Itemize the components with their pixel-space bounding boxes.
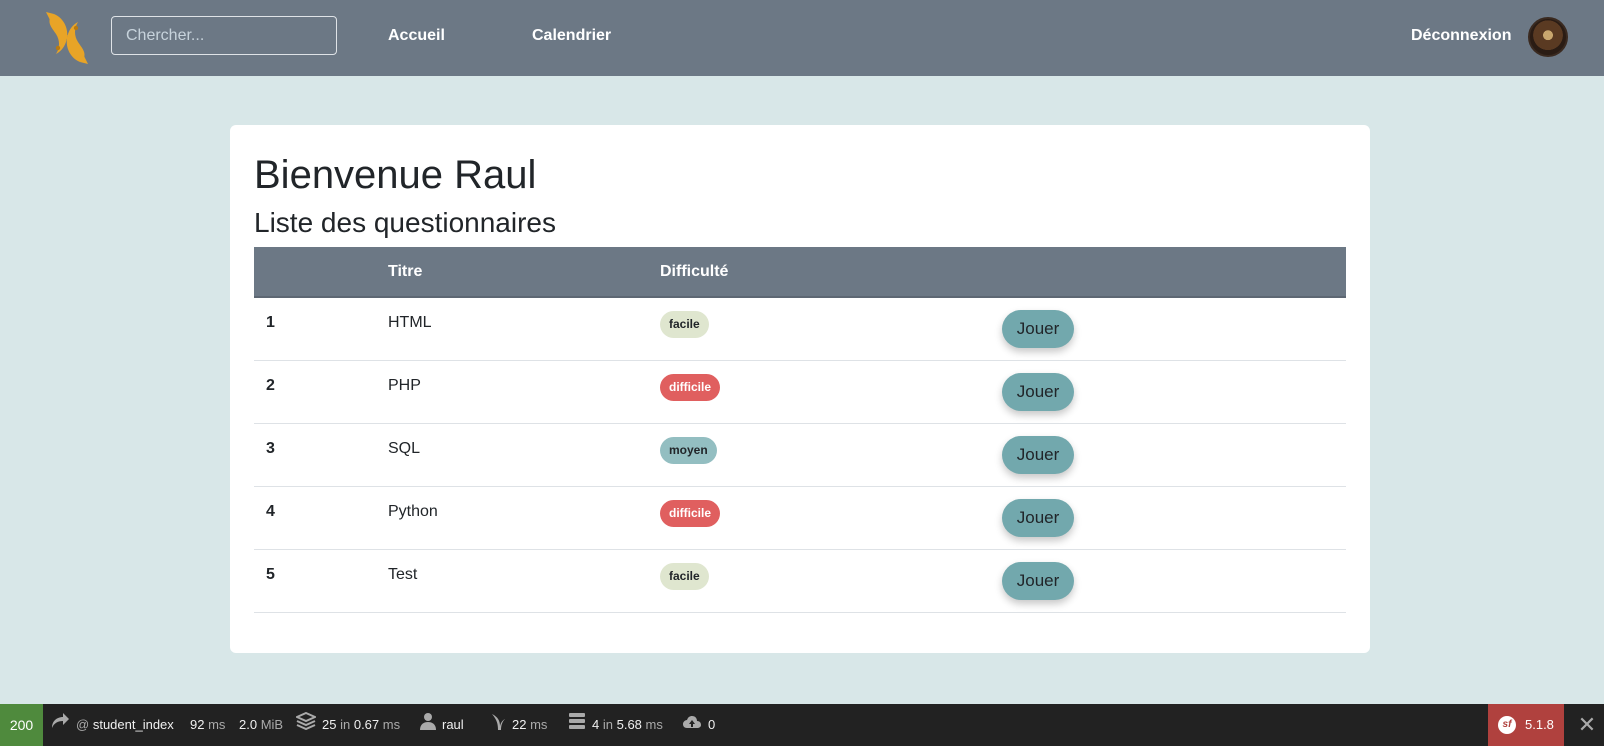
user-panel[interactable]: raul xyxy=(420,704,464,746)
user-icon xyxy=(420,705,436,746)
logout-link[interactable]: Déconnexion xyxy=(1411,27,1511,45)
row-title: Python xyxy=(388,503,438,520)
difficulty-badge: facile xyxy=(660,563,709,590)
status-code-badge[interactable]: 200 xyxy=(0,704,43,746)
route-prefix: @ xyxy=(76,717,90,732)
difficulty-badge: difficile xyxy=(660,374,721,401)
layers-icon xyxy=(294,705,318,746)
difficulty-badge: moyen xyxy=(660,437,717,464)
twig-panel[interactable]: 22 ms xyxy=(490,704,547,746)
play-button[interactable]: Jouer xyxy=(1002,499,1074,537)
templates-time: 0.67 xyxy=(353,717,380,732)
main-card: Bienvenue Raul Liste des questionnaires … xyxy=(230,125,1370,653)
twig-time: 22 xyxy=(512,717,527,732)
koi-fish-logo-icon[interactable] xyxy=(40,8,96,66)
difficulty-badge: difficile xyxy=(660,500,721,527)
twig-leaf-icon xyxy=(490,705,506,746)
cloud-upload-icon xyxy=(682,705,702,746)
user-avatar[interactable] xyxy=(1528,17,1568,57)
table-row: 4 Python difficile Jouer xyxy=(254,487,1346,550)
header-difficulte: Difficulté xyxy=(660,263,729,280)
route-name: student_index xyxy=(92,717,174,732)
memory-unit: MiB xyxy=(260,717,284,732)
nav-link-accueil[interactable]: Accueil xyxy=(388,27,445,45)
nav-link-calendrier[interactable]: Calendrier xyxy=(532,27,611,45)
templates-panel[interactable]: 25 in 0.67 ms xyxy=(294,704,401,746)
db-time: 5.68 xyxy=(616,717,642,732)
database-icon xyxy=(568,705,586,746)
cache-panel[interactable]: 0 xyxy=(682,704,715,746)
table-row: 1 HTML facile Jouer xyxy=(254,298,1346,361)
play-button[interactable]: Jouer xyxy=(1002,373,1074,411)
row-title: PHP xyxy=(388,377,421,394)
time-value: 92 xyxy=(190,717,205,732)
play-button[interactable]: Jouer xyxy=(1002,562,1074,600)
row-id: 2 xyxy=(266,377,275,394)
close-icon[interactable]: ✕ xyxy=(1570,704,1604,746)
row-id: 1 xyxy=(266,314,275,331)
search-input[interactable] xyxy=(111,16,337,55)
row-id: 4 xyxy=(266,503,275,520)
symfony-version-panel[interactable]: sf 5.1.8 xyxy=(1488,704,1564,746)
table-row: 3 SQL moyen Jouer xyxy=(254,424,1346,487)
row-id: 3 xyxy=(266,440,275,457)
row-id: 5 xyxy=(266,566,275,583)
symfony-version: 5.1.8 xyxy=(1525,717,1554,732)
memory-panel[interactable]: 2.0 MiB xyxy=(239,704,283,746)
redirect-arrow-icon xyxy=(50,705,70,746)
difficulty-badge: facile xyxy=(660,311,709,338)
row-title: Test xyxy=(388,566,418,583)
table-row: 5 Test facile Jouer xyxy=(254,550,1346,613)
row-title: HTML xyxy=(388,314,432,331)
route-panel[interactable]: @ student_index xyxy=(50,704,174,746)
play-button[interactable]: Jouer xyxy=(1002,436,1074,474)
table-header: Titre Difficulté xyxy=(254,247,1346,298)
time-unit: ms xyxy=(208,717,226,732)
twig-unit: ms xyxy=(530,717,548,732)
db-queries: 4 xyxy=(592,717,600,732)
section-subtitle: Liste des questionnaires xyxy=(254,207,556,238)
symfony-logo-icon: sf xyxy=(1498,716,1516,734)
templates-count: 25 xyxy=(322,717,337,732)
time-panel[interactable]: 92 ms xyxy=(190,704,225,746)
questionnaires-table: Titre Difficulté 1 HTML facile Jouer 2 P… xyxy=(254,247,1346,613)
user-name: raul xyxy=(442,717,464,732)
row-title: SQL xyxy=(388,440,421,457)
cache-count: 0 xyxy=(708,717,716,732)
templates-unit: ms xyxy=(382,717,401,732)
navbar: Accueil Calendrier Déconnexion xyxy=(0,0,1604,76)
memory-value: 2.0 xyxy=(239,717,258,732)
templates-in: in xyxy=(340,717,351,732)
database-panel[interactable]: 4 in 5.68 ms xyxy=(568,704,663,746)
table-row: 2 PHP difficile Jouer xyxy=(254,361,1346,424)
play-button[interactable]: Jouer xyxy=(1002,310,1074,348)
db-unit: ms xyxy=(645,717,663,732)
page-title: Bienvenue Raul xyxy=(254,153,537,197)
debug-toolbar: 200 @ student_index 92 ms 2.0 MiB 25 in … xyxy=(0,704,1604,746)
header-titre: Titre xyxy=(388,263,423,280)
db-in: in xyxy=(602,717,613,732)
